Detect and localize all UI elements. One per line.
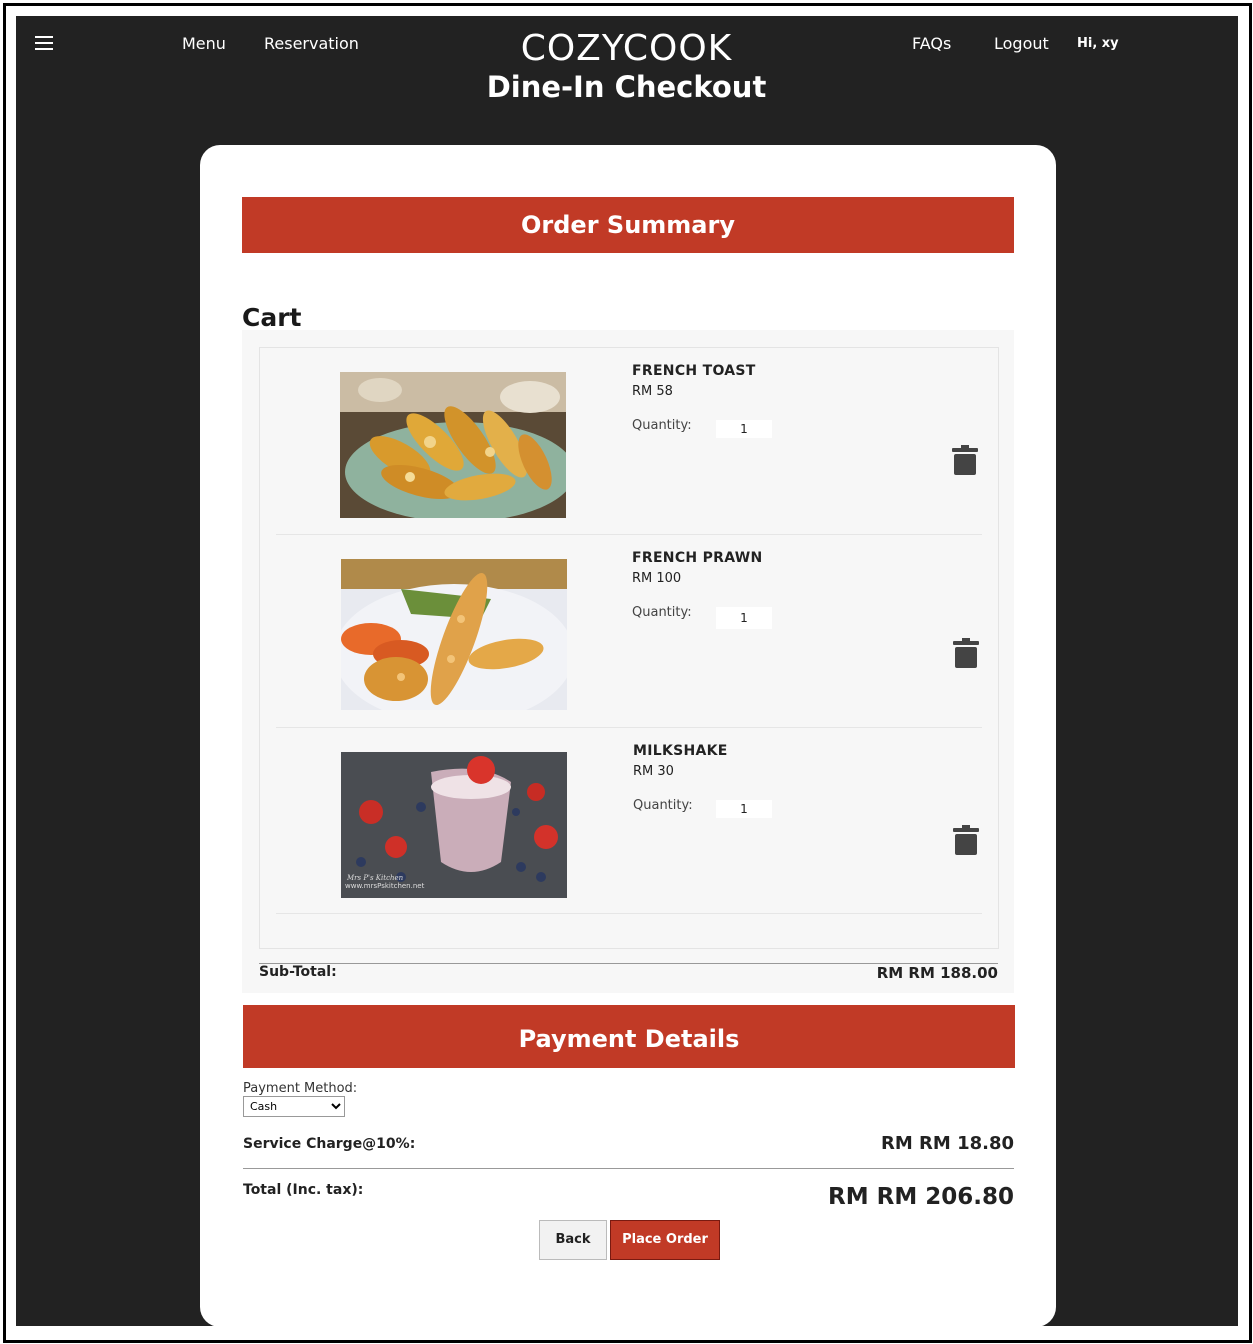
payment-method-label: Payment Method: xyxy=(243,1081,358,1096)
order-summary-banner: Order Summary xyxy=(242,197,1014,253)
quantity-label: Quantity: xyxy=(632,418,692,433)
svg-text:Mrs P's Kitchen: Mrs P's Kitchen xyxy=(346,874,404,882)
item-price: RM 30 xyxy=(633,764,674,779)
french-toast-image xyxy=(340,372,566,518)
total-value: RM RM 206.80 xyxy=(828,1184,1014,1210)
back-button[interactable]: Back xyxy=(539,1220,607,1260)
total-divider xyxy=(243,1168,1014,1169)
place-order-button[interactable]: Place Order xyxy=(610,1220,720,1260)
quantity-label: Quantity: xyxy=(632,605,692,620)
item-price: RM 58 xyxy=(632,384,673,399)
total-label: Total (Inc. tax): xyxy=(243,1182,364,1198)
quantity-input[interactable] xyxy=(716,607,772,629)
item-name: MILKSHAKE xyxy=(633,743,728,759)
trash-icon[interactable] xyxy=(952,445,978,475)
brand-name[interactable]: COZYCOOK xyxy=(0,28,1253,69)
item-divider xyxy=(276,727,982,728)
quantity-input[interactable] xyxy=(716,420,772,438)
quantity-label: Quantity: xyxy=(633,798,693,813)
item-price: RM 100 xyxy=(632,571,682,586)
quantity-input[interactable] xyxy=(716,800,772,818)
page-title: Dine-In Checkout xyxy=(486,70,767,104)
payment-details-banner: Payment Details xyxy=(243,1005,1015,1068)
subtotal-label: Sub-Total: xyxy=(259,964,337,980)
payment-method-select[interactable]: Cash xyxy=(243,1096,345,1117)
payment-details-title: Payment Details xyxy=(518,1025,740,1053)
trash-icon[interactable] xyxy=(953,825,979,855)
subtotal-value: RM RM 188.00 xyxy=(876,964,998,982)
item-divider xyxy=(276,913,982,914)
item-divider xyxy=(276,534,982,535)
order-summary-title: Order Summary xyxy=(521,211,735,239)
french-prawn-image xyxy=(341,559,567,710)
cart-title: Cart xyxy=(242,303,302,332)
svg-text:www.mrsPskitchen.net: www.mrsPskitchen.net xyxy=(345,882,425,890)
milkshake-image: Mrs P's Kitchen www.mrsPskitchen.net xyxy=(341,752,567,898)
service-charge-value: RM RM 18.80 xyxy=(880,1133,1014,1154)
service-charge-label: Service Charge@10%: xyxy=(243,1136,416,1152)
item-name: FRENCH TOAST xyxy=(632,363,756,379)
trash-icon[interactable] xyxy=(953,638,979,668)
item-name: FRENCH PRAWN xyxy=(632,550,763,566)
